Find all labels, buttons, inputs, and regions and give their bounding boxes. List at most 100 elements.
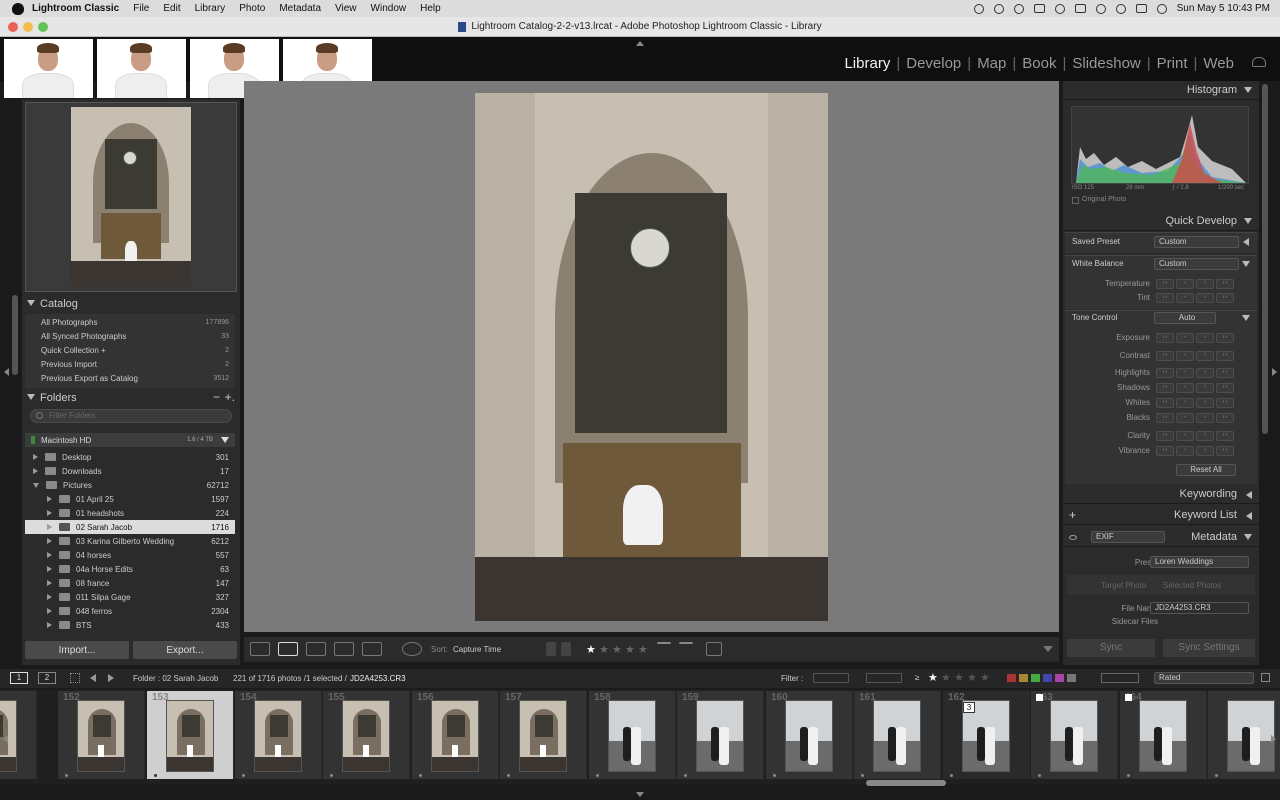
second-window-button[interactable]: 2 bbox=[38, 672, 56, 684]
folder-04-horses[interactable]: 04 horses 557 bbox=[25, 548, 235, 562]
catalog-item-previous-import[interactable]: Previous Import 2 bbox=[25, 357, 235, 371]
menu-photo[interactable]: Photo bbox=[239, 3, 265, 14]
menu-file[interactable]: File bbox=[133, 3, 149, 14]
control-center-icon[interactable] bbox=[1135, 4, 1147, 13]
expand-triangle-icon[interactable] bbox=[47, 566, 52, 572]
rating-star-4[interactable]: ★ bbox=[625, 643, 635, 656]
expand-triangle-icon[interactable] bbox=[47, 524, 52, 530]
filmstrip-thumbnail[interactable]: 161 bbox=[854, 691, 941, 779]
filmstrip-scroll-right-icon[interactable] bbox=[1271, 735, 1276, 743]
folder-08-france[interactable]: 08 france 147 bbox=[25, 576, 235, 590]
exposure-buttons[interactable]: ‹ ‹ ‹ › › › bbox=[1156, 333, 1234, 343]
filter-lock-icon[interactable] bbox=[1261, 673, 1270, 682]
flag-reject-icon[interactable] bbox=[561, 642, 571, 656]
target-photo-button[interactable]: Target Photo bbox=[1101, 581, 1146, 590]
close-window-button[interactable] bbox=[8, 22, 18, 32]
color-label-purple[interactable] bbox=[1055, 674, 1064, 682]
filmstrip-thumbnail[interactable]: 152 bbox=[58, 691, 145, 779]
module-map[interactable]: Map bbox=[971, 55, 1012, 72]
audio-icon[interactable] bbox=[1054, 3, 1065, 14]
color-label-blue[interactable] bbox=[1043, 674, 1052, 682]
histogram-panel-header[interactable]: Histogram bbox=[1063, 81, 1259, 100]
filmstrip-scroll-left-icon[interactable] bbox=[3, 735, 8, 743]
color-label-none[interactable] bbox=[1067, 674, 1076, 682]
rotate-right-icon[interactable] bbox=[679, 642, 693, 656]
left-panel-scrollbar[interactable] bbox=[12, 295, 18, 375]
expand-triangle-icon[interactable] bbox=[1246, 491, 1252, 499]
shadows-buttons[interactable]: ‹ ‹ ‹ › › › bbox=[1156, 383, 1234, 393]
sync-metadata-button[interactable]: Sync bbox=[1067, 639, 1155, 657]
toolbar-options-icon[interactable] bbox=[1043, 646, 1053, 652]
siri-icon[interactable] bbox=[1156, 3, 1167, 14]
crop-overlay-icon[interactable] bbox=[706, 642, 722, 656]
metadata-view-dropdown[interactable]: EXIF bbox=[1091, 531, 1165, 543]
expand-triangle-icon[interactable] bbox=[33, 454, 38, 460]
filmstrip-thumbnail[interactable]: 163 bbox=[1031, 691, 1118, 779]
rating-star-1[interactable]: ★ bbox=[586, 643, 596, 656]
keywording-panel-header[interactable]: Keywording bbox=[1063, 485, 1259, 504]
main-window-button[interactable]: 1 bbox=[10, 672, 28, 684]
battery-icon[interactable] bbox=[1074, 4, 1086, 13]
grid-icon[interactable] bbox=[70, 673, 80, 683]
navigator-preview[interactable] bbox=[25, 102, 237, 292]
menu-library[interactable]: Library bbox=[195, 3, 226, 14]
filmstrip-thumbnail[interactable]: 154 bbox=[235, 691, 322, 779]
zoom-window-button[interactable] bbox=[38, 22, 48, 32]
volume-menu-icon[interactable] bbox=[221, 437, 229, 443]
contrast-buttons[interactable]: ‹ ‹ ‹ › › › bbox=[1156, 351, 1234, 361]
filter-view-icons[interactable] bbox=[1101, 673, 1139, 683]
import-button[interactable]: Import... bbox=[25, 641, 129, 659]
app-menu[interactable]: Lightroom Classic bbox=[32, 3, 119, 14]
filmstrip-thumbnail[interactable] bbox=[1208, 691, 1280, 779]
collapse-triangle-icon[interactable] bbox=[1244, 534, 1252, 540]
menu-view[interactable]: View bbox=[335, 3, 357, 14]
color-label-red[interactable] bbox=[1007, 674, 1016, 682]
auto-tone-button[interactable]: Auto bbox=[1154, 312, 1216, 324]
spotlight-search-icon[interactable] bbox=[1115, 3, 1126, 14]
folder-011-silpa-gage[interactable]: 011 Silpa Gage 327 bbox=[25, 590, 235, 604]
filmstrip-thumbnail[interactable]: 160 bbox=[766, 691, 853, 779]
survey-view-icon[interactable] bbox=[334, 642, 354, 656]
sort-direction-icon[interactable] bbox=[402, 642, 422, 656]
expand-triangle-icon[interactable] bbox=[1246, 512, 1252, 520]
sync-settings-button[interactable]: Sync Settings bbox=[1163, 639, 1255, 657]
rotate-left-icon[interactable] bbox=[657, 642, 671, 656]
collapse-triangle-icon[interactable] bbox=[33, 482, 39, 488]
vibrance-buttons[interactable]: ‹ ‹ ‹ › › › bbox=[1156, 446, 1234, 456]
filmstrip-thumbnail[interactable]: 164 bbox=[1120, 691, 1207, 779]
sync-status-icon[interactable] bbox=[993, 3, 1004, 14]
highlights-buttons[interactable]: ‹ ‹ ‹ › › › bbox=[1156, 368, 1234, 378]
creative-cloud-icon[interactable] bbox=[973, 3, 984, 14]
original-photo-checkbox[interactable] bbox=[1072, 197, 1079, 204]
module-slideshow[interactable]: Slideshow bbox=[1066, 55, 1146, 72]
expand-triangle-icon[interactable] bbox=[47, 622, 52, 628]
temperature-buttons[interactable]: ‹ ‹ ‹ › › › bbox=[1156, 279, 1234, 289]
expand-triangle-icon[interactable] bbox=[47, 608, 52, 614]
cloud-sync-icon[interactable] bbox=[1252, 57, 1266, 67]
collapse-triangle-icon[interactable] bbox=[27, 394, 35, 400]
filmstrip-folder-source[interactable]: Folder : 02 Sarah Jacob bbox=[133, 674, 218, 683]
compare-view-icon[interactable] bbox=[306, 642, 326, 656]
right-panel-scrollbar[interactable] bbox=[1262, 84, 1268, 434]
export-button[interactable]: Export... bbox=[133, 641, 237, 659]
collapse-triangle-icon[interactable] bbox=[1244, 87, 1252, 93]
loupe-view[interactable] bbox=[244, 81, 1059, 632]
tint-buttons[interactable]: ‹ ‹ ‹ › › › bbox=[1156, 293, 1234, 303]
filmstrip-scrollbar[interactable] bbox=[866, 780, 946, 786]
keyword-list-panel-header[interactable]: + Keyword List bbox=[1063, 506, 1259, 525]
collapse-triangle-icon[interactable] bbox=[1244, 218, 1252, 224]
histogram-display[interactable] bbox=[1071, 106, 1249, 184]
remove-folder-button[interactable]: − bbox=[213, 390, 220, 404]
reset-all-button[interactable]: Reset All bbox=[1176, 464, 1236, 476]
wifi-icon[interactable] bbox=[1095, 3, 1106, 14]
filter-star-1[interactable]: ★ bbox=[928, 671, 938, 684]
collapse-left-panel-icon[interactable] bbox=[4, 368, 9, 376]
rating-star-3[interactable]: ★ bbox=[612, 643, 622, 656]
minimize-window-button[interactable] bbox=[23, 22, 33, 32]
file-name-field[interactable]: JD2A4253.CR3 bbox=[1150, 602, 1249, 614]
pick-flag-icon[interactable] bbox=[1036, 694, 1043, 701]
module-print[interactable]: Print bbox=[1151, 55, 1194, 72]
catalog-item-all-synced[interactable]: All Synced Photographs 33 bbox=[25, 329, 235, 343]
folder-desktop[interactable]: Desktop 301 bbox=[25, 450, 235, 464]
metadata-panel-header[interactable]: EXIF Metadata bbox=[1063, 528, 1259, 547]
